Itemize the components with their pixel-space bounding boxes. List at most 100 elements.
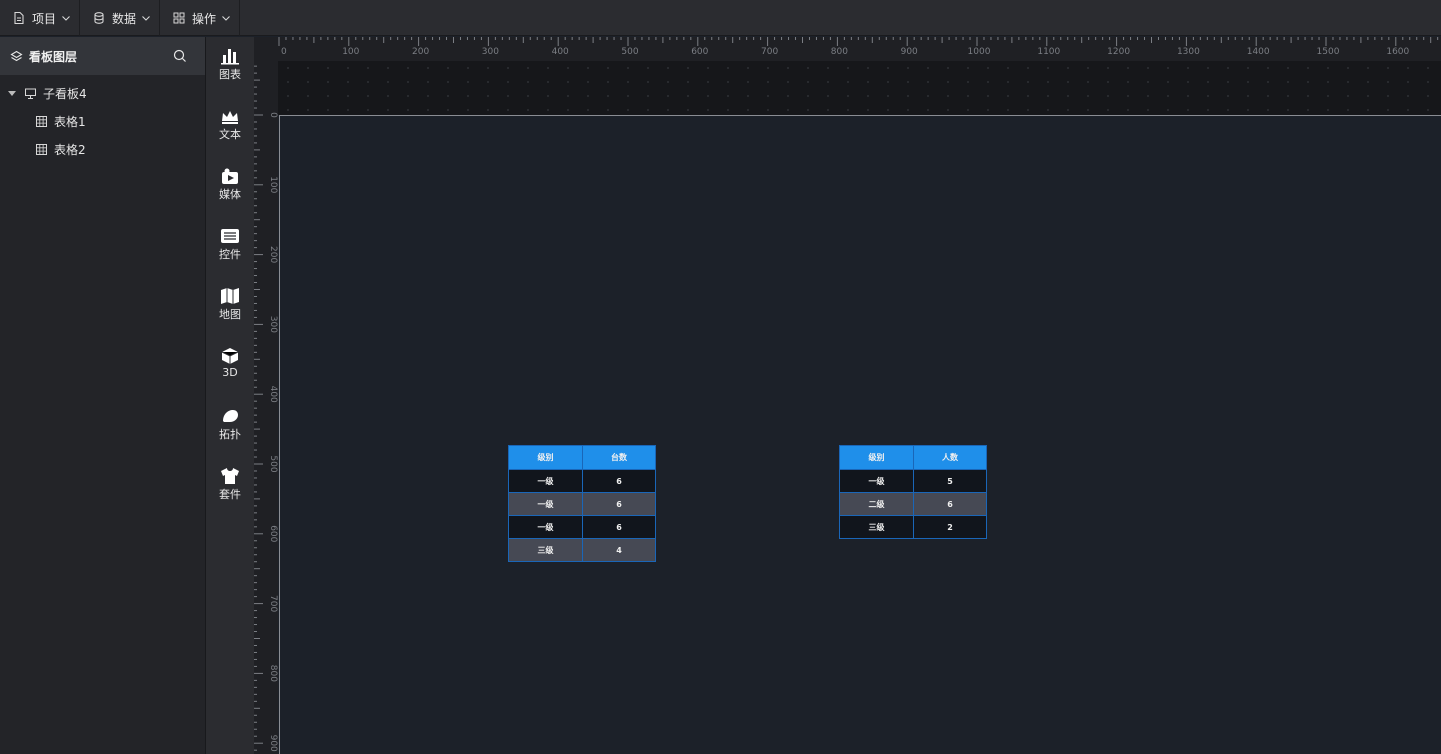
tool-text-label: 文本: [219, 128, 241, 141]
ruler-label: 700: [761, 47, 778, 57]
table-cell: 一级: [537, 522, 554, 532]
table-cell: 4: [582, 539, 655, 561]
crown-icon: [222, 111, 238, 124]
ruler-label: 200: [412, 47, 429, 57]
menu-operation[interactable]: 操作: [160, 0, 241, 36]
table-header-cell: 级别: [868, 453, 885, 462]
tree-item-table1[interactable]: 表格1: [0, 107, 205, 135]
ruler-label: 600: [268, 525, 278, 542]
ruler-label: 800: [831, 47, 848, 57]
cube-icon: [221, 348, 239, 364]
dashboard-canvas[interactable]: 级别 台数 一级 6 一级 6 一级 6 三级 4 级别 人数 一级 5 二级 …: [279, 115, 1441, 754]
layers-header: 看板图层: [0, 37, 205, 75]
table-cell: 6: [913, 493, 986, 515]
database-icon: [94, 12, 104, 24]
ruler-label: 400: [268, 386, 278, 403]
table-cell: 6: [582, 470, 655, 492]
table-row: 三级 2: [840, 515, 986, 538]
component-toolbox: 图表 文本 媒体 控件 地图 3D 拓扑 套件: [206, 37, 254, 754]
table-cell: 5: [913, 470, 986, 492]
controls-icon: [221, 229, 239, 243]
ruler-label: 1400: [1247, 47, 1270, 57]
search-icon[interactable]: [173, 49, 187, 63]
table-header-cell: 人数: [913, 446, 986, 469]
app-window: 项目 数据 操作 看板图层 子看板4 表格1 表格2 图表 文本 媒体 控件 地…: [0, 0, 1441, 754]
tool-map-label: 地图: [219, 308, 241, 321]
ruler-label: 300: [268, 316, 278, 333]
layers-icon: [10, 50, 23, 61]
ruler-label: 1000: [968, 47, 991, 57]
menu-operation-label: 操作: [192, 11, 217, 26]
table-cell: 一级: [868, 476, 885, 486]
table-row: 一级 6: [509, 515, 655, 538]
table-header-cell: 级别: [537, 453, 554, 462]
menu-project[interactable]: 项目: [0, 0, 81, 36]
ruler-label: 800: [268, 665, 278, 682]
table-icon: [36, 115, 47, 127]
table-cell: 二级: [868, 499, 885, 509]
tree-item-dashboard[interactable]: 子看板4: [0, 79, 205, 107]
tool-suite[interactable]: 套件: [206, 467, 254, 517]
menu-data[interactable]: 数据: [80, 0, 161, 36]
tool-controls[interactable]: 控件: [206, 227, 254, 277]
ruler-label: 400: [552, 47, 569, 57]
tool-map[interactable]: 地图: [206, 287, 254, 337]
menubar: 项目 数据 操作: [0, 0, 1441, 36]
table-header: 级别 人数: [840, 446, 986, 469]
tree-item-table2[interactable]: 表格2: [0, 135, 205, 163]
ruler-label: 1300: [1177, 47, 1200, 57]
layers-panel: 看板图层 子看板4 表格1 表格2: [0, 37, 206, 754]
tool-chart[interactable]: 图表: [206, 47, 254, 97]
table-cell: 一级: [537, 476, 554, 486]
tool-3d-label: 3D: [222, 366, 238, 379]
ruler-label: 700: [268, 595, 278, 612]
ruler-label: 1500: [1317, 47, 1340, 57]
dashboard-icon: [25, 88, 36, 99]
table-header-cell: 台数: [582, 446, 655, 469]
tree-item-table1-label: 表格1: [54, 114, 86, 129]
tool-3d[interactable]: 3D: [206, 347, 254, 397]
media-icon: [222, 168, 238, 184]
ruler-label: 0: [281, 47, 287, 57]
chevron-down-icon: [142, 16, 150, 21]
caret-down-icon[interactable]: [8, 90, 16, 96]
chevron-down-icon: [62, 16, 70, 21]
table-cell: 6: [582, 516, 655, 538]
shirt-icon: [221, 468, 239, 484]
ruler-label: 600: [691, 47, 708, 57]
table-cell: 一级: [537, 499, 554, 509]
ruler-label: 0: [268, 112, 278, 118]
ruler-vertical[interactable]: 0 100 200 300 400 500 600 700 800 900: [254, 61, 278, 754]
tool-topology[interactable]: 拓扑: [206, 407, 254, 457]
tool-text[interactable]: 文本: [206, 107, 254, 157]
table-cell: 三级: [868, 522, 885, 532]
bar-chart-icon: [221, 49, 239, 65]
ruler-label: 900: [901, 47, 918, 57]
ruler-label: 1200: [1107, 47, 1130, 57]
tool-media-label: 媒体: [219, 188, 241, 201]
layers-title: 看板图层: [29, 49, 78, 64]
tool-media[interactable]: 媒体: [206, 167, 254, 217]
table-widget-1[interactable]: 级别 台数 一级 6 一级 6 一级 6 三级 4: [508, 445, 656, 562]
ruler-label: 300: [482, 47, 499, 57]
tool-suite-label: 套件: [219, 488, 241, 501]
document-icon: [14, 11, 24, 25]
ruler-label: 900: [268, 735, 278, 752]
ruler-label: 500: [621, 47, 638, 57]
ruler-label: 500: [268, 455, 278, 472]
ruler-horizontal-scale: 0 100 200 300 400 500 600 700 800 900 1000 1100 1200…: [278, 37, 1439, 57]
tool-chart-label: 图表: [219, 68, 241, 81]
menu-project-label: 项目: [32, 11, 57, 26]
ruler-horizontal[interactable]: 0 100 200 300 400 500 600 700 800 900 1000 1100 1200…: [254, 37, 1441, 61]
grid-icon: [173, 12, 185, 24]
table-cell: 2: [913, 516, 986, 538]
table-row: 一级 6: [509, 492, 655, 515]
table-cell: 6: [582, 493, 655, 515]
topology-icon: [223, 410, 238, 422]
table-widget-2[interactable]: 级别 人数 一级 5 二级 6 三级 2: [839, 445, 987, 539]
ruler-vertical-scale: 0 100 200 300 400 500 600 700 800 900: [254, 65, 278, 752]
ruler-label: 100: [342, 47, 359, 57]
ruler-label: 200: [268, 246, 278, 263]
table-icon: [36, 143, 47, 155]
table-row: 三级 4: [509, 538, 655, 561]
